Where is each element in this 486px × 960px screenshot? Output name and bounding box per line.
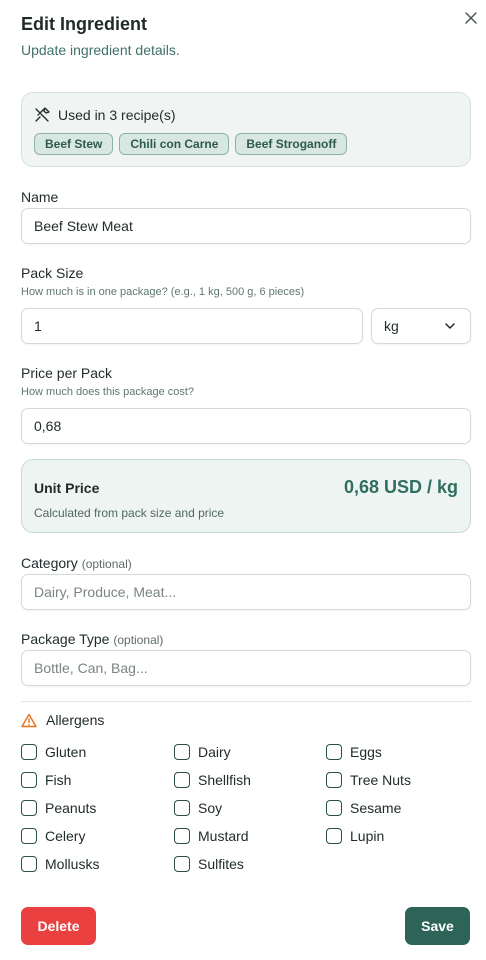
category-label: Category (optional) <box>21 555 132 571</box>
save-button[interactable]: Save <box>405 907 470 945</box>
delete-button[interactable]: Delete <box>21 907 96 945</box>
allergen-checkbox-dairy[interactable]: Dairy <box>174 744 231 760</box>
optional-tag: (optional) <box>113 633 164 647</box>
allergen-checkbox-celery[interactable]: Celery <box>21 828 85 844</box>
warning-triangle-icon <box>21 713 37 727</box>
checkbox[interactable] <box>174 800 190 816</box>
checkbox[interactable] <box>174 744 190 760</box>
package-type-label: Package Type (optional) <box>21 631 163 647</box>
pack-size-hint: How much is in one package? (e.g., 1 kg,… <box>21 286 305 298</box>
allergen-checkbox-peanuts[interactable]: Peanuts <box>21 800 96 816</box>
allergen-checkbox-mollusks[interactable]: Mollusks <box>21 856 99 872</box>
checkbox[interactable] <box>326 828 342 844</box>
divider <box>21 701 471 702</box>
allergen-checkbox-gluten[interactable]: Gluten <box>21 744 86 760</box>
allergen-checkbox-shellfish[interactable]: Shellfish <box>174 772 251 788</box>
pack-size-label: Pack Size <box>21 265 84 281</box>
allergen-label: Mustard <box>198 828 249 844</box>
checkbox[interactable] <box>174 856 190 872</box>
allergens-title: Allergens <box>46 712 105 728</box>
allergen-checkbox-soy[interactable]: Soy <box>174 800 222 816</box>
checkbox[interactable] <box>21 856 37 872</box>
allergen-checkbox-mustard[interactable]: Mustard <box>174 828 249 844</box>
checkbox[interactable] <box>21 828 37 844</box>
price-input[interactable]: 0,68 <box>21 408 471 444</box>
unit-price-value: 0,68 USD / kg <box>343 477 458 497</box>
unit-price-label: Unit Price <box>34 480 100 496</box>
category-input[interactable]: Dairy, Produce, Meat... <box>21 574 471 610</box>
checkbox[interactable] <box>174 828 190 844</box>
allergen-label: Tree Nuts <box>350 772 411 788</box>
allergen-label: Fish <box>45 772 72 788</box>
chevron-down-icon <box>445 323 455 329</box>
recipe-chip[interactable]: Beef Stroganoff <box>235 133 348 155</box>
checkbox[interactable] <box>326 744 342 760</box>
recipe-usage-header: Used in 3 recipe(s) <box>34 107 176 123</box>
allergen-label: Eggs <box>350 744 382 760</box>
unit-price-card: Unit Price 0,68 USD / kg Calculated from… <box>21 459 471 533</box>
package-type-input[interactable]: Bottle, Can, Bag... <box>21 650 471 686</box>
allergen-label: Mollusks <box>45 856 100 872</box>
allergen-label: Sulfites <box>198 856 244 872</box>
dialog-subtitle: Update ingredient details. <box>21 42 180 58</box>
unit-select[interactable]: kg <box>371 308 471 344</box>
utensils-crossed-icon <box>35 107 50 122</box>
package-type-label-text: Package Type <box>21 631 110 647</box>
close-icon[interactable] <box>462 9 480 27</box>
recipe-usage-text: Used in 3 recipe(s) <box>58 107 176 123</box>
checkbox[interactable] <box>21 772 37 788</box>
recipe-chip[interactable]: Beef Stew <box>34 133 114 155</box>
category-label-text: Category <box>21 555 78 571</box>
allergen-label: Sesame <box>350 800 402 816</box>
checkbox[interactable] <box>21 744 37 760</box>
unit-select-value: kg <box>384 318 399 334</box>
allergen-label: Celery <box>45 828 86 844</box>
allergen-checkbox-lupin[interactable]: Lupin <box>326 828 384 844</box>
name-input[interactable]: Beef Stew Meat <box>21 208 471 244</box>
checkbox[interactable] <box>21 800 37 816</box>
allergen-checkbox-eggs[interactable]: Eggs <box>326 744 382 760</box>
optional-tag: (optional) <box>81 557 132 571</box>
dialog-title: Edit Ingredient <box>21 14 147 34</box>
price-hint: How much does this package cost? <box>21 386 195 398</box>
allergen-checkbox-sulfites[interactable]: Sulfites <box>174 856 244 872</box>
unit-price-note: Calculated from pack size and price <box>34 506 225 520</box>
allergen-checkbox-sesame[interactable]: Sesame <box>326 800 401 816</box>
allergens-header: Allergens <box>21 712 104 728</box>
price-label: Price per Pack <box>21 365 113 381</box>
name-label: Name <box>21 189 59 205</box>
checkbox[interactable] <box>174 772 190 788</box>
allergen-label: Peanuts <box>45 800 97 816</box>
allergen-label: Gluten <box>45 744 87 760</box>
pack-size-input[interactable]: 1 <box>21 308 363 344</box>
allergen-label: Lupin <box>350 828 385 844</box>
allergen-label: Soy <box>198 800 223 816</box>
allergen-label: Dairy <box>198 744 231 760</box>
allergen-label: Shellfish <box>198 772 251 788</box>
allergen-checkbox-fish[interactable]: Fish <box>21 772 71 788</box>
allergen-checkbox-tree-nuts[interactable]: Tree Nuts <box>326 772 411 788</box>
recipe-chip[interactable]: Chili con Carne <box>119 133 230 155</box>
checkbox[interactable] <box>326 772 342 788</box>
recipe-usage-panel: Used in 3 recipe(s) Beef Stew Chili con … <box>21 92 471 167</box>
checkbox[interactable] <box>326 800 342 816</box>
